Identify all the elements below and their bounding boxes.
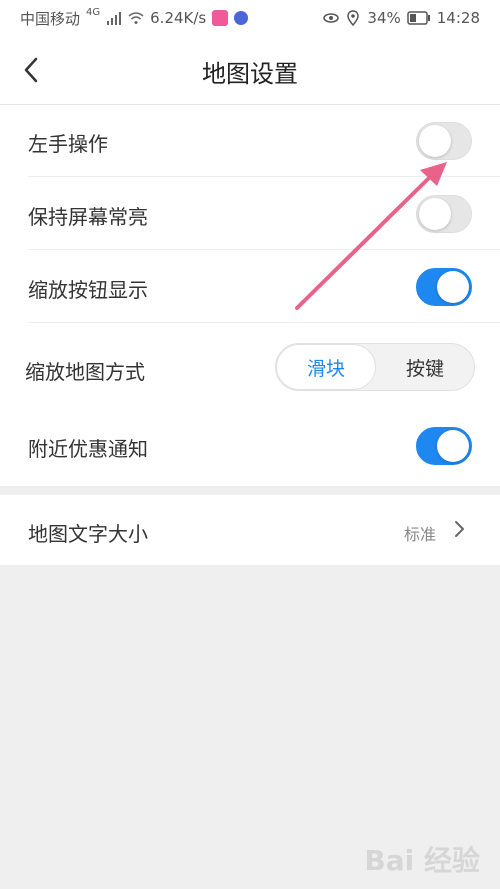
setting-label: 保持屏幕常亮 [28,205,148,229]
setting-row-left-hand: 左手操作 [0,105,500,177]
setting-label: 附近优惠通知 [28,437,148,461]
toggle-knob [419,125,451,157]
page-title: 地图设置 [202,60,298,88]
chevron-right-icon [455,521,464,537]
screen-on-toggle[interactable] [416,195,472,233]
font-size-row[interactable]: 地图文字大小 标准 [0,495,500,565]
music-notification-icon [234,11,249,25]
network-type: 4G [86,6,101,18]
carrier-label: 中国移动 [20,9,81,28]
nearby-offers-toggle[interactable] [416,427,472,465]
setting-row-screen-on: 保持屏幕常亮 [0,178,500,250]
settings-group: 左手操作 保持屏幕常亮 缩放按钮显示 缩放地图方式 滑块 按键 附近优惠通知 [0,105,500,486]
setting-row-zoom-mode: 缩放地图方式 滑块 按键 [0,324,500,410]
app-header: 地图设置 [0,36,500,105]
font-size-label: 地图文字大小 [28,522,148,546]
eye-icon [323,13,340,23]
battery-percent: 34% [367,9,401,27]
status-bar: 中国移动 4G 6.24K/s 34% 14:28 [0,0,500,36]
toggle-knob [419,198,451,230]
zoom-mode-segmented[interactable]: 滑块 按键 [275,343,475,391]
toggle-knob [437,271,469,303]
zoom-buttons-toggle[interactable] [416,268,472,306]
left-hand-toggle[interactable] [416,122,472,160]
setting-row-nearby-offers: 附近优惠通知 [0,410,500,482]
setting-label: 左手操作 [28,132,108,156]
battery-icon [407,11,430,25]
toggle-knob [437,430,469,462]
app-notification-icon [212,10,229,26]
setting-label: 缩放地图方式 [25,360,145,384]
wifi-icon [128,12,144,24]
baidu-watermark: Bai 经验 [364,844,480,877]
divider [28,249,500,250]
network-speed: 6.24K/s [150,9,207,27]
segment-slider[interactable]: 滑块 [276,344,376,390]
signal-icon [107,12,122,25]
setting-row-zoom-buttons: 缩放按钮显示 [0,251,500,323]
font-size-value: 标准 [403,525,436,544]
divider [28,176,500,177]
setting-label: 缩放按钮显示 [28,278,148,302]
segment-buttons[interactable]: 按键 [376,344,474,390]
divider [28,322,500,323]
clock: 14:28 [436,9,480,27]
location-icon [347,10,360,26]
